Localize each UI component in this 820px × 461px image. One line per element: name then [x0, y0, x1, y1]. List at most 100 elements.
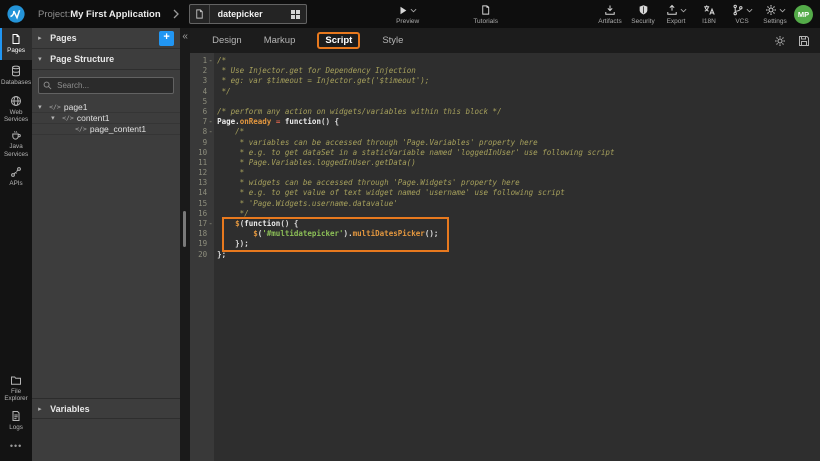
app-logo-icon[interactable] [0, 4, 32, 24]
collapse-panel-button[interactable]: « [180, 32, 190, 42]
search-area [32, 70, 180, 102]
line-number: 6 [190, 107, 207, 117]
editor-tab-markup[interactable]: Markup [264, 35, 296, 46]
fold-marker-icon[interactable]: - [207, 127, 214, 137]
user-avatar[interactable]: MP [794, 5, 813, 24]
topbar-action-vcs[interactable]: VCS [729, 4, 755, 25]
code-line-7[interactable]: 7-Page.onReady = function() { [190, 117, 820, 127]
code-line-17[interactable]: 17- $(function() { [190, 219, 820, 229]
rail-item-web-services[interactable]: Web Services [0, 92, 32, 126]
topbar-action-export[interactable]: Export [663, 4, 689, 25]
save-icon[interactable] [798, 35, 810, 47]
tutorials-icon [480, 4, 491, 16]
pages-panel-title: Pages [50, 33, 77, 43]
code-line-15[interactable]: 15 * 'Page.Widgets.username.datavalue' [190, 199, 820, 209]
logs-icon [10, 410, 22, 422]
add-page-button[interactable]: + [159, 31, 174, 46]
preview-button[interactable]: Preview [395, 4, 421, 25]
code-line-1[interactable]: 1-/* [190, 56, 820, 66]
line-number: 7 [190, 117, 207, 127]
pages-icon [10, 33, 22, 45]
tutorials-button[interactable]: Tutorials [473, 4, 499, 25]
topbar-action-i18n[interactable]: I18N [696, 4, 722, 25]
code-text: * [214, 168, 244, 178]
code-line-6[interactable]: 6/* perform any action on widgets/variab… [190, 107, 820, 117]
code-line-4[interactable]: 4 */ [190, 87, 820, 97]
rail-item-file-explorer[interactable]: File Explorer [0, 371, 32, 405]
tree-node-content1[interactable]: ▾</>content1 [32, 113, 180, 124]
code-line-8[interactable]: 8- /* [190, 127, 820, 137]
topbar-action-label: Security [631, 18, 654, 25]
chevron-right-icon [173, 9, 179, 19]
fold-marker-icon[interactable]: - [207, 219, 214, 229]
code-line-12[interactable]: 12 * [190, 168, 820, 178]
fold-marker-icon[interactable]: - [207, 117, 214, 127]
rail-item-apis[interactable]: APIs [0, 161, 32, 193]
code-text [214, 97, 217, 107]
rail-item-pages[interactable]: Pages [0, 28, 32, 60]
code-line-18[interactable]: 18 $('#multidatepicker').multiDatesPicke… [190, 229, 820, 239]
line-number: 10 [190, 148, 207, 158]
panel-splitter[interactable]: « [180, 28, 190, 461]
code-line-3[interactable]: 3 * eg: var $timeout = Injector.get('$ti… [190, 76, 820, 86]
code-text: /* [214, 127, 244, 137]
panel-scrollbar-thumb[interactable] [183, 211, 186, 247]
editor-tabbar: Design Markup Script Style [190, 28, 820, 53]
preview-label: Preview [396, 18, 419, 25]
code-line-20[interactable]: 20}; [190, 250, 820, 260]
line-number: 8 [190, 127, 207, 137]
variables-header[interactable]: ▸ Variables [32, 398, 180, 419]
widget-code-icon: </> [75, 125, 87, 133]
rail-item-label: APIs [9, 180, 22, 187]
caret-down-icon [410, 8, 417, 13]
code-line-14[interactable]: 14 * e.g. to get value of text widget na… [190, 188, 820, 198]
line-number: 18 [190, 229, 207, 239]
line-number: 9 [190, 138, 207, 148]
topbar-action-artifacts[interactable]: Artifacts [597, 4, 623, 25]
code-line-16[interactable]: 16 */ [190, 209, 820, 219]
gear-icon[interactable] [774, 35, 786, 47]
code-line-5[interactable]: 5 [190, 97, 820, 107]
code-line-10[interactable]: 10 * e.g. to get dataSet in a staticVari… [190, 148, 820, 158]
code-line-19[interactable]: 19 }); [190, 239, 820, 249]
pages-panel-header[interactable]: ▸ Pages + [32, 28, 180, 49]
expand-arrow-icon[interactable]: ▾ [38, 103, 45, 111]
editor-tab-design[interactable]: Design [212, 35, 242, 46]
code-text: /* [214, 56, 226, 66]
rail-item-java-services[interactable]: Java Services [0, 126, 32, 160]
code-line-2[interactable]: 2 * Use Injector.get for Dependency Inje… [190, 66, 820, 76]
code-line-11[interactable]: 11 * Page.Variables.loggedInUser.getData… [190, 158, 820, 168]
rail-item-logs[interactable]: Logs [0, 405, 32, 437]
page-structure-header[interactable]: ▾ Page Structure [32, 49, 180, 70]
translate-icon [703, 4, 715, 16]
rail-spacer [0, 193, 32, 371]
search-input[interactable] [55, 80, 169, 91]
code-text: Page.onReady = function() { [214, 117, 339, 127]
editor-tab-script[interactable]: Script [317, 32, 360, 49]
script-editor[interactable]: 1-/*2 * Use Injector.get for Dependency … [190, 53, 820, 461]
tree-node-label: page_content1 [90, 124, 146, 134]
collapse-arrow-icon: ▸ [38, 405, 45, 413]
tree-node-page-content1[interactable]: </>page_content1 [32, 124, 180, 135]
topbar-action-security[interactable]: Security [630, 4, 656, 25]
editor-tab-style[interactable]: Style [382, 35, 403, 46]
grid-icon[interactable] [290, 9, 301, 20]
fold-spacer [207, 107, 214, 117]
fold-marker-icon[interactable]: - [207, 56, 214, 66]
rail-item-databases[interactable]: Databases [0, 60, 32, 92]
tree-node-page1[interactable]: ▾</>page1 [32, 102, 180, 113]
code-line-9[interactable]: 9 * variables can be accessed through 'P… [190, 138, 820, 148]
expand-arrow-icon[interactable]: ▾ [51, 114, 58, 122]
pages-panel: ▸ Pages + ▾ Page Structure ▾</>page [32, 28, 180, 461]
page-tab-datepicker[interactable]: datepicker [189, 4, 307, 24]
fold-spacer [207, 66, 214, 76]
topbar-action-settings[interactable]: Settings [762, 4, 788, 25]
topbar-action-label: Settings [763, 18, 787, 25]
code-line-13[interactable]: 13 * widgets can be accessed through 'Pa… [190, 178, 820, 188]
line-number: 16 [190, 209, 207, 219]
code-text: $(function() { [214, 219, 298, 229]
more-options-button[interactable]: ••• [0, 437, 32, 461]
rail-item-label: Logs [9, 424, 23, 431]
database-icon [10, 65, 22, 77]
fold-spacer [207, 188, 214, 198]
